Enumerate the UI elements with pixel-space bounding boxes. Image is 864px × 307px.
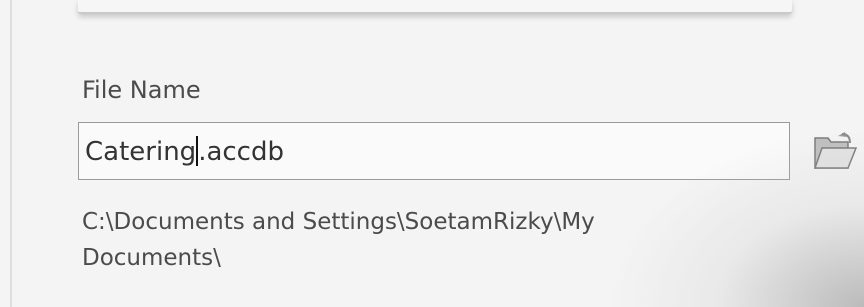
top-separator (78, 0, 792, 14)
save-location-line-1: C:\Documents and Settings\SoetamRizky\My (82, 209, 595, 235)
save-location-line-2: Documents\ (82, 245, 221, 271)
file-name-label: File Name (82, 76, 201, 104)
file-name-text-after-caret: .accdb (198, 137, 284, 167)
file-name-input[interactable]: Catering.accdb (78, 122, 790, 180)
save-location-path: C:\Documents and Settings\SoetamRizky\My… (82, 204, 782, 276)
open-folder-icon (813, 132, 858, 169)
file-name-value: Catering.accdb (85, 136, 284, 167)
left-border (10, 0, 12, 307)
browse-folder-button[interactable] (812, 130, 860, 174)
file-name-text-before-caret: Catering (85, 137, 197, 167)
